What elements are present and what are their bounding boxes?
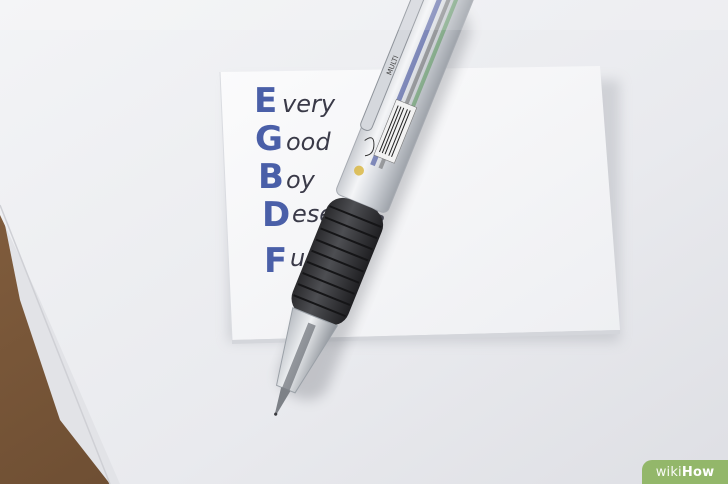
word-very: very [282, 90, 336, 118]
letter-b: B [258, 157, 284, 197]
letter-d: D [262, 195, 290, 235]
watermark-how: How [681, 464, 715, 480]
word-oy: oy [286, 166, 316, 194]
watermark-wiki: wiki [655, 464, 682, 480]
photo-scene: E very G ood B oy D eserves F udge. [0, 0, 728, 484]
word-ood: ood [286, 128, 331, 156]
letter-e: E [254, 81, 277, 121]
letter-f: F [264, 241, 287, 281]
wikihow-watermark: wiki How [642, 460, 728, 484]
letter-g: G [255, 119, 283, 159]
